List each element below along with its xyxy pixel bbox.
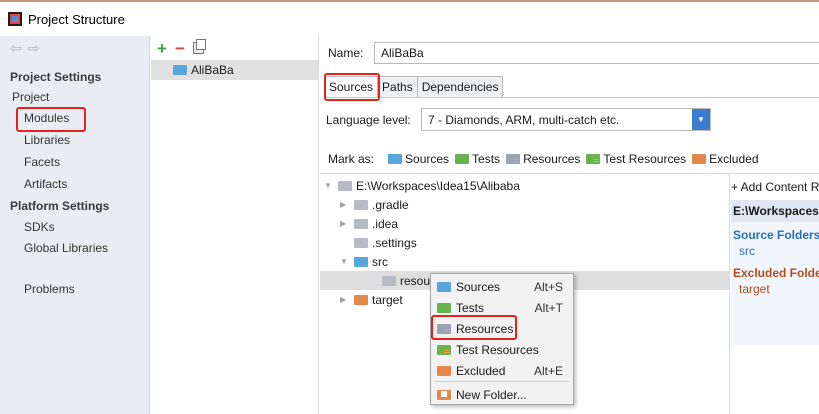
- collapsed-arrow-icon[interactable]: ▶: [340, 200, 350, 209]
- excluded-folder-entry[interactable]: target: [739, 282, 770, 296]
- menu-item-excluded[interactable]: Excluded Alt+E: [431, 360, 573, 381]
- highlight-sources-tab: [324, 73, 380, 101]
- sidebar-item-problems[interactable]: Problems: [24, 282, 75, 296]
- folder-icon: [338, 180, 352, 191]
- tab-dependencies[interactable]: Dependencies: [416, 76, 504, 98]
- excluded-folder-icon: [354, 294, 368, 305]
- module-folder-icon: [173, 65, 187, 75]
- excluded-folders-heading: Excluded Folders: [733, 266, 819, 280]
- sidebar-item-libraries[interactable]: Libraries: [24, 133, 70, 147]
- chevron-down-icon[interactable]: ▼: [692, 109, 710, 130]
- new-folder-icon: [437, 389, 451, 400]
- highlight-modules: [16, 107, 86, 132]
- test-resources-folder-icon: [586, 154, 601, 164]
- sidebar-item-project[interactable]: Project: [12, 90, 49, 104]
- tree-node-root[interactable]: ▼ E:\Workspaces\Idea15\Alibaba: [324, 176, 520, 195]
- sidebar-item-artifacts[interactable]: Artifacts: [24, 177, 67, 191]
- module-list-panel: + − AliBaBa: [151, 36, 319, 414]
- mark-excluded-button[interactable]: Excluded: [692, 152, 759, 166]
- back-arrow-icon[interactable]: ⇦: [10, 40, 28, 56]
- mark-as-bar: Mark as: Sources Tests Resources Test Re…: [328, 152, 759, 166]
- folder-icon: [354, 218, 368, 229]
- source-folder-entry[interactable]: src: [739, 244, 755, 258]
- sidebar-item-facets[interactable]: Facets: [24, 155, 60, 169]
- tabs-divider: [324, 97, 819, 98]
- tree-node-gradle[interactable]: ▶ .gradle: [340, 195, 409, 214]
- sidebar-item-sdks[interactable]: SDKs: [24, 220, 55, 234]
- tests-folder-icon: [437, 302, 451, 313]
- folder-icon: [354, 199, 368, 210]
- content-root-path: E:\Workspaces\Idea15\Alibaba: [731, 200, 819, 222]
- module-toolbar: + −: [157, 38, 206, 58]
- folder-icon: [354, 237, 368, 248]
- excluded-folder-icon: [437, 365, 451, 376]
- source-folder-icon: [354, 256, 368, 267]
- add-icon[interactable]: +: [157, 40, 167, 57]
- menu-separator: [435, 381, 569, 382]
- language-level-label: Language level:: [326, 113, 411, 127]
- tree-node-idea[interactable]: ▶ .idea: [340, 214, 398, 233]
- highlight-resources-menu-item: [431, 315, 517, 340]
- nav-arrows: ⇦⇨: [10, 40, 45, 57]
- sources-folder-icon: [388, 154, 403, 164]
- tree-node-src[interactable]: ▼ src: [340, 252, 388, 271]
- expanded-arrow-icon[interactable]: ▼: [340, 257, 350, 266]
- tree-node-settings[interactable]: .settings: [340, 233, 417, 252]
- shortcut-label: Alt+E: [533, 363, 563, 378]
- collapsed-arrow-icon[interactable]: ▶: [340, 295, 350, 304]
- mark-test-resources-button[interactable]: Test Resources: [586, 152, 686, 166]
- source-folders-heading: Source Folders: [733, 228, 819, 242]
- shortcut-label: Alt+S: [533, 279, 563, 294]
- add-content-root-button[interactable]: + Add Content Root: [731, 174, 819, 200]
- settings-sidebar: ⇦⇨ Project Settings Project Modules Libr…: [0, 36, 150, 414]
- project-settings-heading: Project Settings: [10, 70, 102, 84]
- sources-folder-icon: [437, 281, 451, 292]
- forward-arrow-icon[interactable]: ⇨: [28, 40, 46, 56]
- test-resources-folder-icon: [437, 344, 451, 355]
- module-name-input[interactable]: AliBaBa: [374, 42, 819, 64]
- language-level-value: 7 - Diamonds, ARM, multi-catch etc.: [428, 113, 620, 127]
- window-title: Project Structure: [28, 11, 125, 27]
- menu-item-test-resources[interactable]: Test Resources: [431, 339, 573, 360]
- folder-icon: [382, 275, 396, 286]
- copy-icon[interactable]: [192, 39, 206, 54]
- resources-folder-icon: [506, 154, 521, 164]
- expanded-arrow-icon[interactable]: ▼: [324, 181, 334, 190]
- platform-settings-heading: Platform Settings: [10, 199, 110, 213]
- shortcut-label: Alt+T: [534, 300, 563, 315]
- sidebar-item-global-libraries[interactable]: Global Libraries: [24, 241, 108, 255]
- intellij-app-icon: [8, 12, 22, 26]
- menu-item-new-folder[interactable]: New Folder...: [431, 384, 573, 405]
- module-row-alibaba[interactable]: AliBaBa: [151, 60, 318, 80]
- language-level-select[interactable]: 7 - Diamonds, ARM, multi-catch etc. ▼: [421, 108, 711, 131]
- collapsed-arrow-icon[interactable]: ▶: [340, 219, 350, 228]
- module-name: AliBaBa: [191, 63, 234, 77]
- title-bar: Project Structure: [0, 0, 819, 36]
- excluded-folder-icon: [692, 154, 707, 164]
- remove-icon[interactable]: −: [175, 40, 185, 57]
- tab-paths[interactable]: Paths: [377, 76, 417, 98]
- tree-node-target[interactable]: ▶ target: [340, 290, 403, 309]
- menu-item-sources[interactable]: Sources Alt+S: [431, 276, 573, 297]
- mark-tests-button[interactable]: Tests: [455, 152, 500, 166]
- name-label: Name:: [328, 46, 364, 60]
- mark-resources-button[interactable]: Resources: [506, 152, 580, 166]
- mark-as-label: Mark as:: [328, 152, 375, 166]
- tests-folder-icon: [455, 154, 470, 164]
- content-root-details: + Add Content Root E:\Workspaces\Idea15\…: [731, 173, 819, 345]
- mark-sources-button[interactable]: Sources: [388, 152, 449, 166]
